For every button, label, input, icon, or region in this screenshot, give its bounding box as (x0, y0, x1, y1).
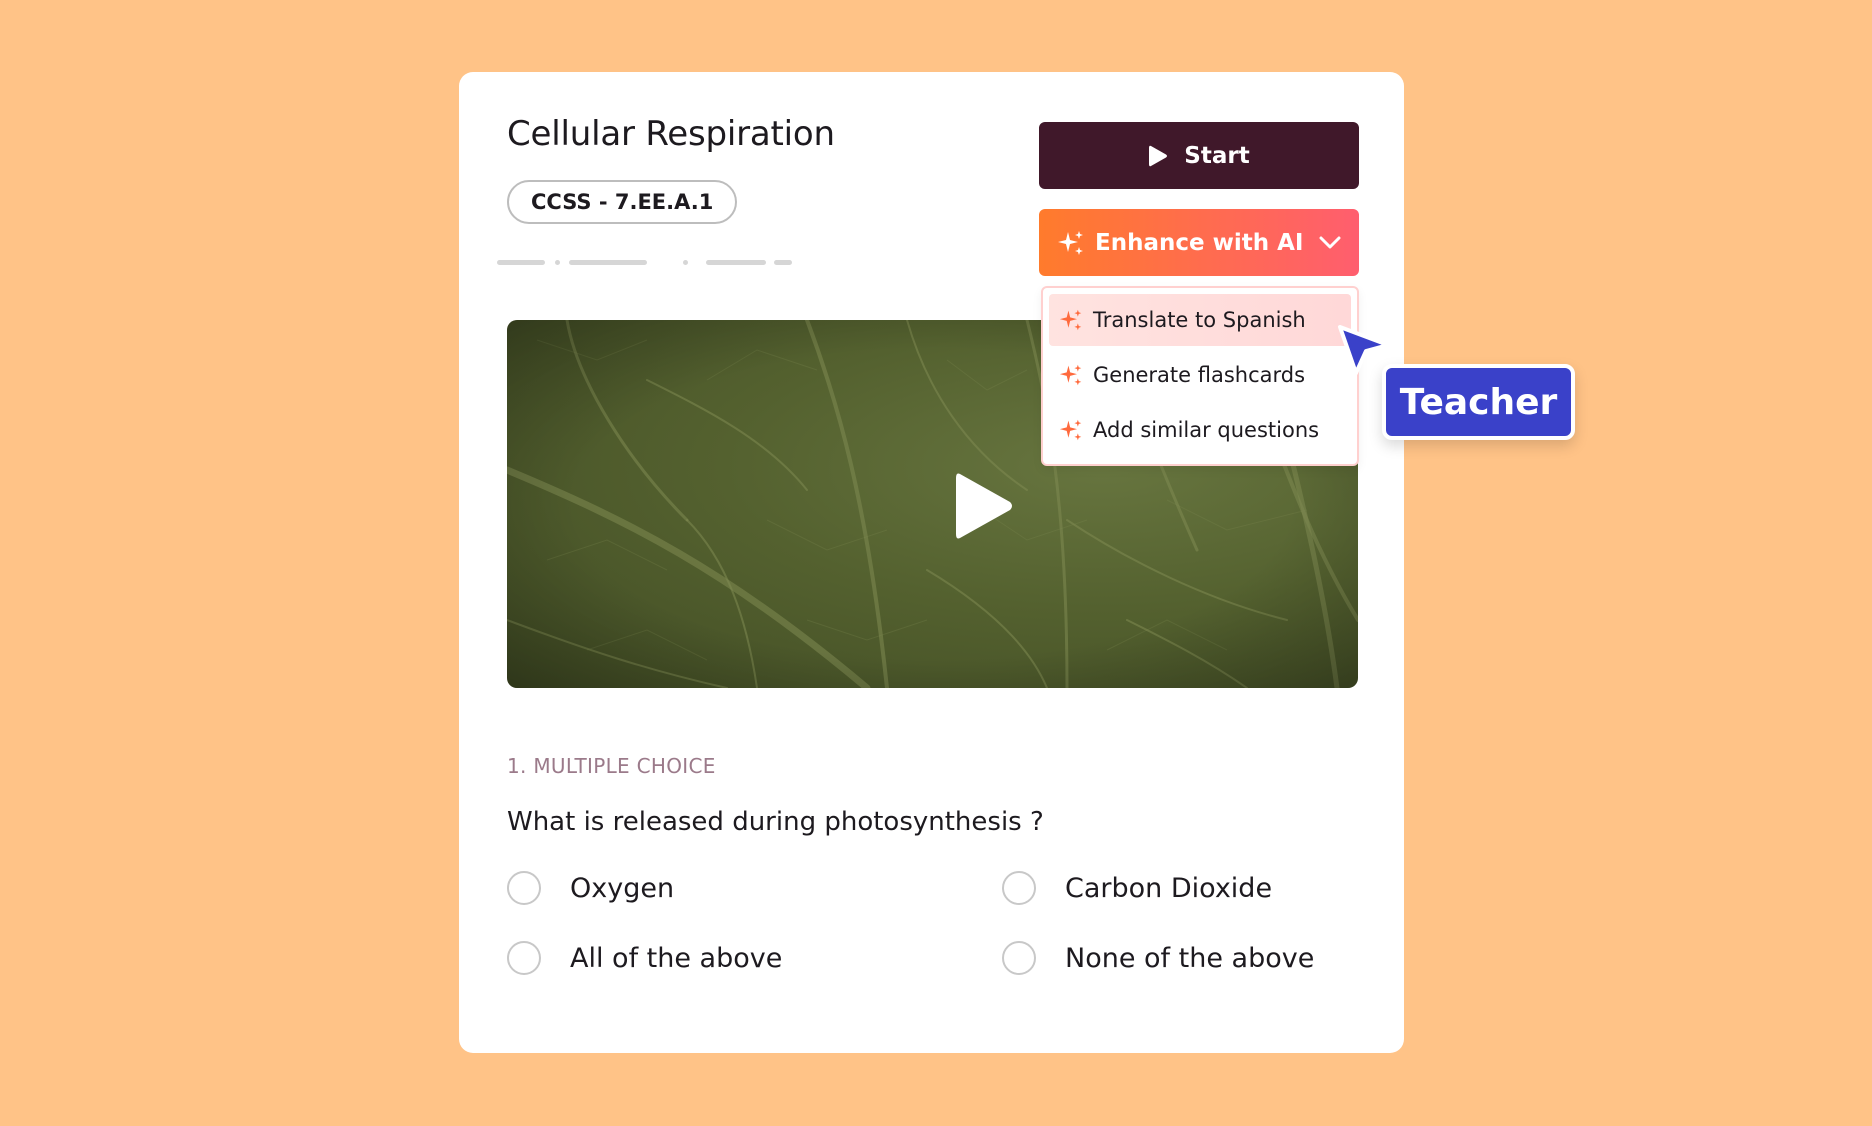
play-icon (1149, 145, 1168, 166)
menu-item-translate[interactable]: Translate to Spanish (1049, 294, 1351, 346)
placeholder-dot (555, 260, 560, 265)
answer-option-label: Oxygen (570, 872, 675, 904)
radio-button[interactable] (507, 941, 541, 975)
question-type-label: 1. MULTIPLE CHOICE (507, 754, 716, 778)
placeholder-line (497, 260, 545, 265)
lesson-card: Cellular Respiration CCSS - 7.EE.A.1 Sta… (459, 72, 1404, 1053)
start-button[interactable]: Start (1039, 122, 1359, 189)
lesson-title: Cellular Respiration (507, 114, 835, 154)
menu-item-label: Generate flashcards (1093, 363, 1306, 387)
sparkle-icon (1059, 419, 1082, 441)
placeholder-line (706, 260, 766, 265)
chevron-down-icon[interactable] (1319, 236, 1341, 250)
answer-option[interactable]: None of the above (1002, 941, 1314, 975)
answer-option[interactable]: Carbon Dioxide (1002, 871, 1272, 905)
enhance-with-ai-button[interactable]: Enhance with AI (1039, 209, 1359, 276)
sparkle-icon (1059, 309, 1082, 331)
play-icon[interactable] (952, 470, 1014, 542)
answer-option-label: None of the above (1065, 942, 1315, 974)
menu-item-label: Add similar questions (1093, 418, 1320, 442)
answer-option-label: Carbon Dioxide (1065, 872, 1273, 904)
question-text: What is released during photosynthesis ? (507, 807, 1044, 837)
placeholder-dot (683, 260, 688, 265)
answer-option-label: All of the above (570, 942, 783, 974)
menu-item-similar-questions[interactable]: Add similar questions (1049, 404, 1351, 456)
radio-button[interactable] (507, 871, 541, 905)
menu-item-flashcards[interactable]: Generate flashcards (1049, 349, 1351, 401)
teacher-label: Teacher (1399, 381, 1558, 423)
placeholder-line (569, 260, 647, 265)
standard-tag-label: CCSS - 7.EE.A.1 (531, 190, 714, 214)
standard-tag[interactable]: CCSS - 7.EE.A.1 (507, 180, 738, 224)
enhance-button-label: Enhance with AI (1095, 229, 1304, 256)
answer-option[interactable]: Oxygen (507, 871, 674, 905)
enhance-dropdown-menu: Translate to Spanish Generate flashcards… (1041, 286, 1359, 466)
radio-button[interactable] (1002, 871, 1036, 905)
teacher-cursor-badge: Teacher (1382, 364, 1575, 440)
answer-option[interactable]: All of the above (507, 941, 782, 975)
radio-button[interactable] (1002, 941, 1036, 975)
sparkle-icon (1058, 230, 1083, 255)
start-button-label: Start (1184, 142, 1250, 169)
placeholder-line (774, 260, 792, 265)
menu-item-label: Translate to Spanish (1093, 308, 1306, 332)
sparkle-icon (1059, 364, 1082, 386)
